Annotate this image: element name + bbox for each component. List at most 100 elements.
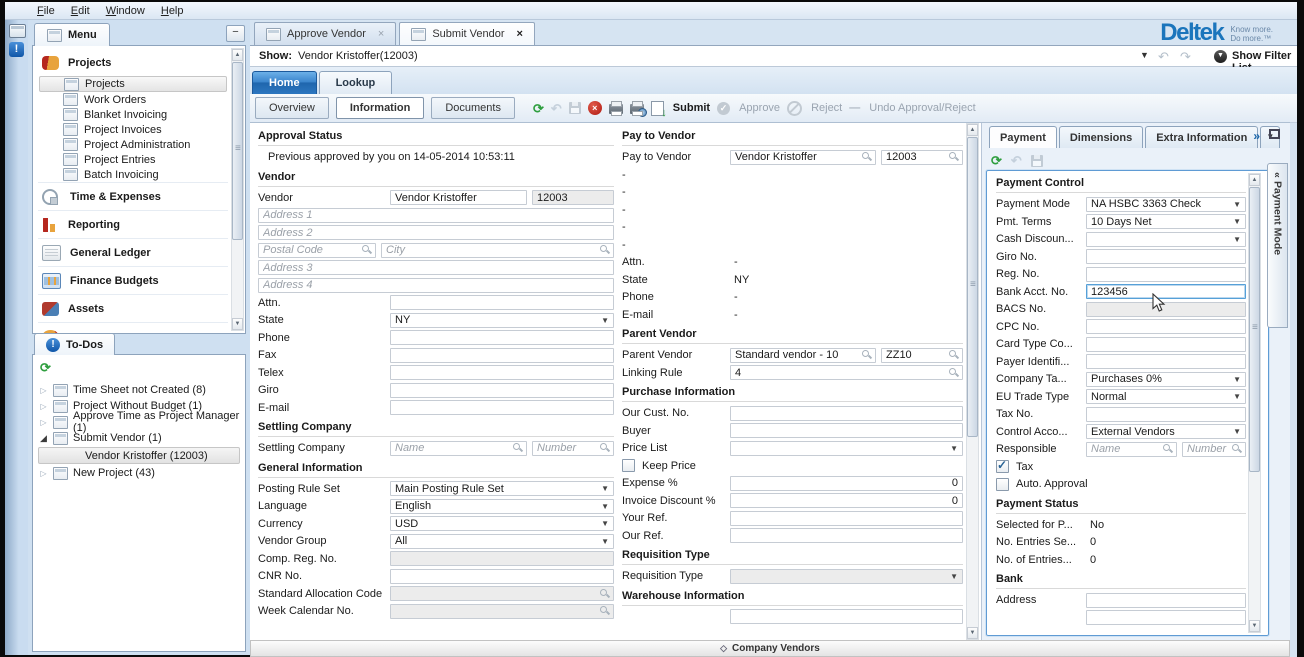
menu-item-project-administration[interactable]: Project Administration	[39, 137, 227, 152]
bank-acct-no-input[interactable]: 123456	[1086, 284, 1246, 299]
print-icon[interactable]	[609, 104, 623, 114]
fax-input[interactable]	[390, 348, 614, 363]
control-acco-select[interactable]: External Vendors▼	[1086, 424, 1246, 439]
tab-home[interactable]: Home	[252, 71, 317, 94]
collapse-menu-button[interactable]: −	[226, 25, 245, 42]
close-icon[interactable]: ×	[378, 28, 384, 40]
company-vendors-bar[interactable]: ◇ Company Vendors	[250, 640, 1290, 657]
pay-to-vendor-input[interactable]: Vendor Kristoffer	[730, 150, 876, 165]
card-type-co-input[interactable]	[1086, 337, 1246, 352]
menu-window[interactable]: Window	[98, 4, 153, 18]
cash-discoun-select[interactable]: ▼	[1086, 232, 1246, 247]
tab-overview[interactable]: Overview	[255, 97, 329, 119]
menu-group-time-expenses[interactable]: Time & Expenses	[38, 182, 228, 210]
input-input[interactable]	[1086, 610, 1246, 625]
responsible-secondary-input[interactable]: Number	[1182, 442, 1246, 457]
tab-documents[interactable]: Documents	[431, 97, 515, 119]
submit-button[interactable]: Submit	[673, 102, 710, 114]
expand-arrow-icon[interactable]: ▷	[39, 469, 48, 478]
menu-item-blanket-invoicing[interactable]: Blanket Invoicing	[39, 107, 227, 122]
eu-trade-type-select[interactable]: Normal▼	[1086, 389, 1246, 404]
bacs-no-input[interactable]	[1086, 302, 1246, 317]
maximize-panel-icon[interactable]	[1269, 129, 1280, 139]
address-input[interactable]	[1086, 593, 1246, 608]
invoice-discount-input[interactable]: 0	[730, 493, 963, 508]
company-ta-select[interactable]: Purchases 0%▼	[1086, 372, 1246, 387]
content-scrollbar[interactable]: ▲ ▼	[966, 123, 979, 640]
parent-vendor-input[interactable]: Standard vendor - 10	[730, 348, 876, 363]
tax-checkbox[interactable]	[996, 460, 1009, 473]
todo-child-vendor-kristoffer-12003[interactable]: Vendor Kristoffer (12003)	[38, 447, 240, 464]
requisition-type-select[interactable]: ▼	[730, 569, 963, 584]
menu-item-work-orders[interactable]: Work Orders	[39, 92, 227, 107]
filter-list-icon[interactable]: ▼	[1214, 50, 1227, 63]
menu-file[interactable]: File	[29, 4, 63, 18]
vendor-secondary-input[interactable]: 12003	[532, 190, 614, 205]
your-ref-input[interactable]	[730, 511, 963, 526]
close-icon[interactable]: ×	[516, 28, 522, 40]
expand-panel-icon[interactable]: »	[1253, 129, 1260, 143]
menu-help[interactable]: Help	[153, 4, 192, 18]
expand-arrow-icon[interactable]: ▷	[39, 418, 48, 427]
scroll-up-icon[interactable]: ▲	[1249, 174, 1260, 186]
scroll-thumb[interactable]	[232, 62, 243, 240]
responsible-input[interactable]: Name	[1086, 442, 1177, 457]
pmt-terms-select[interactable]: 10 Days Net▼	[1086, 214, 1246, 229]
linking-rule-input[interactable]: 4	[730, 365, 963, 380]
cnr-no-input[interactable]	[390, 569, 614, 584]
giro-input[interactable]	[390, 383, 614, 398]
settling-company-input[interactable]: Name	[390, 441, 527, 456]
forward-arrow-icon[interactable]: ↷	[1180, 49, 1191, 65]
auto-approval-checkbox[interactable]	[996, 478, 1009, 491]
collapse-arrow-icon[interactable]: ◢	[39, 433, 48, 444]
todo-item-time-sheet-not-created-8[interactable]: ▷Time Sheet not Created (8)	[36, 382, 242, 398]
reg-no-input[interactable]	[1086, 267, 1246, 282]
scroll-down-icon[interactable]: ▼	[232, 318, 243, 330]
menu-group-finance-budgets[interactable]: Finance Budgets	[38, 266, 228, 294]
refresh-icon[interactable]: ⟳	[991, 154, 1002, 167]
delete-icon[interactable]: ×	[588, 101, 602, 115]
undo-icon[interactable]: ↶	[551, 102, 562, 115]
our-cust-no-input[interactable]	[730, 406, 963, 421]
undo-icon[interactable]: ↶	[1011, 154, 1022, 167]
e-mail-input[interactable]	[390, 400, 614, 415]
currency-select[interactable]: USD▼	[390, 516, 614, 531]
tab-extra-information[interactable]: Extra Information	[1145, 126, 1258, 148]
collapsed-payment-mode-tab[interactable]: « Payment Mode	[1267, 163, 1288, 328]
our-ref-input[interactable]	[730, 528, 963, 543]
document-tab-submit-vendor[interactable]: Submit Vendor×	[399, 22, 535, 45]
menu-item-project-entries[interactable]: Project Entries	[39, 152, 227, 167]
refresh-icon[interactable]: ⟳	[533, 102, 544, 115]
todo-item-new-project-43[interactable]: ▷New Project (43)	[36, 465, 242, 481]
expand-arrow-icon[interactable]: ▷	[39, 386, 48, 395]
panel-scrollbar[interactable]: ▲ ▼	[1248, 173, 1261, 633]
menu-group-general-ledger[interactable]: General Ledger	[38, 238, 228, 266]
pay-to-vendor-secondary-input[interactable]: 12003	[881, 150, 963, 165]
back-arrow-icon[interactable]: ↶	[1158, 49, 1169, 65]
menu-item-projects[interactable]: Projects	[39, 76, 227, 92]
comp-reg-no-input[interactable]	[390, 551, 614, 566]
menu-item-project-invoices[interactable]: Project Invoices	[39, 122, 227, 137]
menu-edit[interactable]: Edit	[63, 4, 98, 18]
telex-input[interactable]	[390, 365, 614, 380]
payment-mode-select[interactable]: NA HSBC 3363 Check▼	[1086, 197, 1246, 212]
address-1-input[interactable]: Address 1	[258, 208, 614, 223]
cpc-no-input[interactable]	[1086, 319, 1246, 334]
tab-todos[interactable]: ! To-Dos	[34, 333, 115, 355]
todo-item-approve-time-as-project-manager-1[interactable]: ▷Approve Time as Project Manager (1)	[36, 414, 242, 430]
address-2-input[interactable]: Address 2	[258, 225, 614, 240]
refresh-icon[interactable]: ⟳	[36, 359, 51, 382]
settling-company-secondary-input[interactable]: Number	[532, 441, 614, 456]
parent-vendor-secondary-input[interactable]: ZZ10	[881, 348, 963, 363]
save-icon[interactable]	[1031, 155, 1043, 167]
scroll-thumb[interactable]	[967, 137, 978, 437]
scroll-up-icon[interactable]: ▲	[232, 49, 243, 61]
alert-icon[interactable]: !	[9, 42, 24, 57]
price-list-select[interactable]: ▼	[730, 441, 963, 456]
city-input[interactable]: City	[381, 243, 614, 258]
show-value[interactable]: Vendor Kristoffer(12003)	[298, 50, 418, 62]
scroll-down-icon[interactable]: ▼	[1249, 620, 1260, 632]
expense-input[interactable]: 0	[730, 476, 963, 491]
expand-arrow-icon[interactable]: ▷	[39, 402, 48, 411]
tab-payment[interactable]: Payment	[989, 126, 1057, 148]
